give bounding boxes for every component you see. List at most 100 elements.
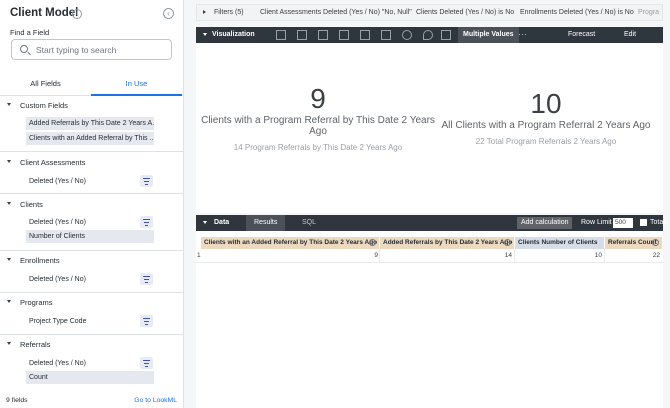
filter-summary-item: Client Assessments Deleted (Yes / No) "N… <box>260 9 412 16</box>
field-added-referrals[interactable]: Added Referrals by This Date 2 Years A..… <box>26 117 154 130</box>
section-header[interactable]: Programs <box>0 297 183 311</box>
gear-icon[interactable] <box>652 239 659 246</box>
filter-icon[interactable] <box>140 315 153 327</box>
field-project-type-code[interactable]: Project Type Code <box>26 315 86 328</box>
filter-icon[interactable] <box>140 175 153 187</box>
field-number-of-clients[interactable]: Number of Clients <box>26 230 154 243</box>
forecast-button[interactable]: Forecast <box>568 31 595 38</box>
divider <box>0 292 183 293</box>
visualization-bar: Visualization Multiple Values ··· Foreca… <box>196 27 663 43</box>
filter-icon[interactable] <box>140 357 153 369</box>
field-count-label: 9 fields <box>6 397 28 404</box>
expand-triangle-icon <box>7 160 11 163</box>
table-cell[interactable]: 14 <box>486 252 512 259</box>
totals-label: Totals <box>650 219 669 226</box>
table-cell[interactable]: 10 <box>576 252 602 259</box>
explore-main: Filters (5) Client Assessments Deleted (… <box>184 0 670 408</box>
field-deleted[interactable]: Deleted (Yes / No) <box>26 273 86 286</box>
single-value-number: 10 <box>530 88 562 119</box>
gear-icon[interactable] <box>369 239 376 246</box>
filters-title: Filters (5) <box>214 9 244 16</box>
scatter-chart-icon[interactable] <box>339 30 349 40</box>
section-header[interactable]: Custom Fields <box>0 100 183 114</box>
multiple-values-button[interactable]: Multiple Values <box>458 27 519 43</box>
expand-triangle-icon <box>7 103 11 106</box>
checkbox-icon[interactable] <box>640 219 647 226</box>
row-limit-label: Row Limit <box>581 219 612 226</box>
section-label: Client Assessments <box>20 158 86 167</box>
search-icon <box>20 45 28 53</box>
divider <box>0 250 183 251</box>
column-divider <box>379 249 380 263</box>
expand-triangle-icon <box>7 342 11 345</box>
tab-results[interactable]: Results <box>246 215 286 231</box>
map-pin-icon[interactable] <box>423 30 433 40</box>
data-bar: Data Results SQL Add calculation Row Lim… <box>196 215 668 231</box>
line-chart-icon[interactable] <box>360 30 370 40</box>
section-label: Programs <box>20 298 53 307</box>
expand-triangle-icon <box>7 300 11 303</box>
section-header[interactable]: Client Assessments <box>0 157 183 171</box>
column-chart-icon[interactable] <box>297 30 307 40</box>
column-divider <box>604 249 605 263</box>
field-clients-added-referral[interactable]: Clients with an Added Referral by This .… <box>26 132 154 145</box>
column-header[interactable]: Clients with an Added Referral by This D… <box>201 237 379 249</box>
expand-triangle-icon <box>7 258 11 261</box>
column-header-label: Clients Number of Clients <box>518 239 598 246</box>
area-chart-icon[interactable] <box>381 30 391 40</box>
data-label: Data <box>214 219 230 226</box>
column-header[interactable]: Added Referrals by This Date 2 Years Ago <box>380 237 514 249</box>
column-header-label: Referrals Count <box>608 239 657 246</box>
section-label: Clients <box>20 200 43 209</box>
filter-summary-item: Progra <box>638 9 660 16</box>
table-header-row: Clients with an Added Referral by This D… <box>196 237 663 249</box>
edit-button[interactable]: Edit <box>624 31 636 38</box>
tab-in-use[interactable]: In Use <box>91 74 182 96</box>
collapse-triangle-icon[interactable] <box>203 221 207 224</box>
field-search-box[interactable] <box>11 39 172 60</box>
row-limit-input[interactable]: 500 <box>613 218 633 228</box>
filter-icon[interactable] <box>140 216 153 228</box>
single-value-tile: 10 All Clients with a Program Referral 2… <box>436 88 656 146</box>
field-deleted[interactable]: Deleted (Yes / No) <box>26 175 86 188</box>
section-header[interactable]: Referrals <box>0 339 183 353</box>
visualization-panel: 9 Clients with a Program Referral by Thi… <box>196 43 663 213</box>
field-deleted[interactable]: Deleted (Yes / No) <box>26 216 86 229</box>
filters-bar[interactable]: Filters (5) Client Assessments Deleted (… <box>196 4 663 21</box>
section-label: Custom Fields <box>20 101 68 110</box>
single-value-title: All Clients with a Program Referral 2 Ye… <box>441 120 651 131</box>
gear-icon[interactable] <box>504 239 511 246</box>
collapse-sidebar-icon[interactable]: ‹ <box>163 8 174 19</box>
section-header[interactable]: Clients <box>0 199 183 213</box>
section-header[interactable]: Enrollments <box>0 255 183 269</box>
divider <box>0 151 183 152</box>
bar-chart-icon[interactable] <box>318 30 328 40</box>
field-search-input[interactable] <box>36 43 166 57</box>
tab-all-fields[interactable]: All Fields <box>0 74 91 96</box>
add-calculation-button[interactable]: Add calculation <box>517 217 573 229</box>
divider <box>0 334 183 335</box>
tab-sql[interactable]: SQL <box>294 215 324 231</box>
column-header[interactable]: Referrals Count <box>605 237 662 249</box>
table-cell[interactable]: 22 <box>636 252 660 259</box>
data-table-panel: Clients with an Added Referral by This D… <box>196 231 663 408</box>
single-value-tile: 9 Clients with a Program Referral by Thi… <box>198 83 438 152</box>
pie-chart-icon[interactable] <box>402 30 412 40</box>
info-icon[interactable]: i <box>72 9 82 19</box>
row-divider <box>196 262 663 263</box>
more-options-icon[interactable]: ··· <box>518 29 527 39</box>
column-header[interactable]: Clients Number of Clients <box>515 237 604 249</box>
go-to-lookml-link[interactable]: Go to LookML <box>134 397 177 404</box>
expand-triangle-icon <box>203 10 206 14</box>
column-divider <box>514 249 515 263</box>
single-value-icon[interactable] <box>441 30 451 40</box>
collapse-triangle-icon[interactable] <box>203 33 207 36</box>
column-header-label: Added Referrals by This Date 2 Years Ago <box>383 239 513 246</box>
filter-icon[interactable] <box>140 273 153 285</box>
sidebar-footer: 9 fields Go to LookML <box>0 394 183 408</box>
table-chart-icon[interactable] <box>276 30 286 40</box>
field-count[interactable]: Count <box>26 371 154 384</box>
find-field-label: Find a Field <box>10 28 50 37</box>
table-cell[interactable]: 9 <box>346 252 378 259</box>
field-deleted[interactable]: Deleted (Yes / No) <box>26 357 86 370</box>
